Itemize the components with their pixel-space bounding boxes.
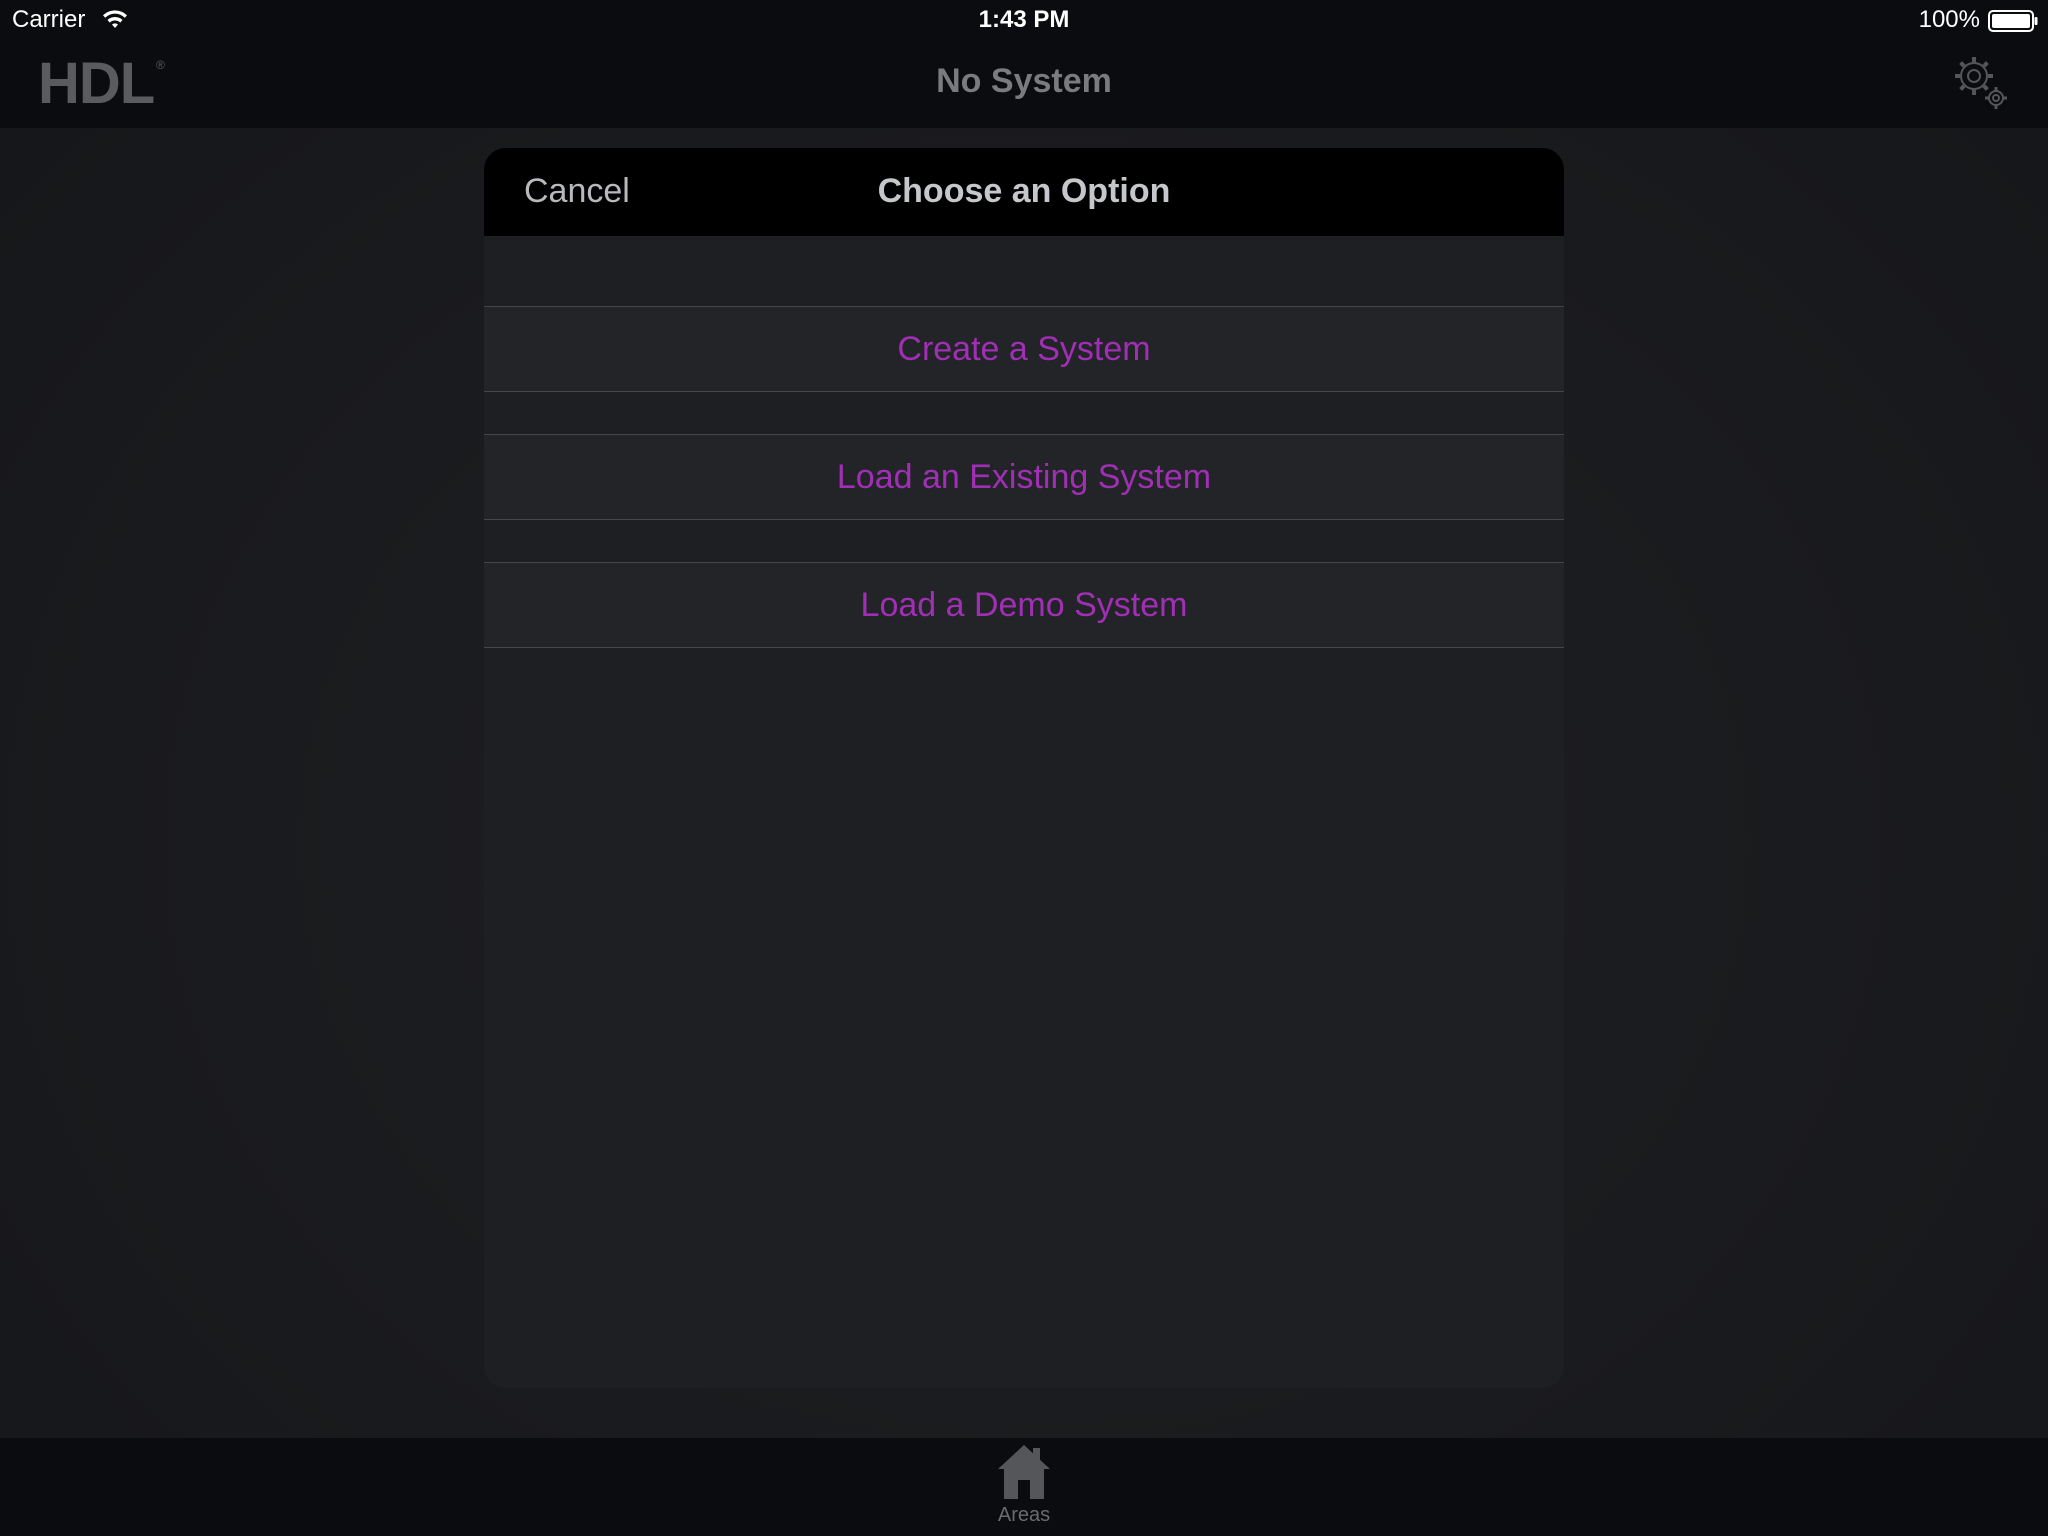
choose-option-modal: Cancel Choose an Option Create a System … [484,148,1564,1388]
status-bar: Carrier 1:43 PM 100% [0,0,2048,40]
tab-label-areas: Areas [997,1504,1051,1526]
page-title: No System [936,62,1112,100]
modal-title: Choose an Option [877,172,1171,210]
status-time: 1:43 PM [978,6,1070,33]
battery-percent: 100% [1918,6,1980,33]
gear-icon[interactable] [1950,52,2010,112]
modal-header: Cancel Choose an Option [484,148,1564,236]
tab-areas[interactable]: Areas [974,1442,1074,1532]
tab-bar: Areas [0,1438,2048,1536]
load-existing-system-button[interactable]: Load an Existing System [484,434,1564,520]
load-demo-system-button[interactable]: Load a Demo System [484,562,1564,648]
nav-bar: HDL ® No System [0,40,2048,128]
home-icon [998,1445,1050,1499]
create-system-button[interactable]: Create a System [484,306,1564,392]
battery-icon [1988,10,2038,32]
app-screen: Carrier 1:43 PM 100% HDL ® No System Can… [0,0,2048,1536]
